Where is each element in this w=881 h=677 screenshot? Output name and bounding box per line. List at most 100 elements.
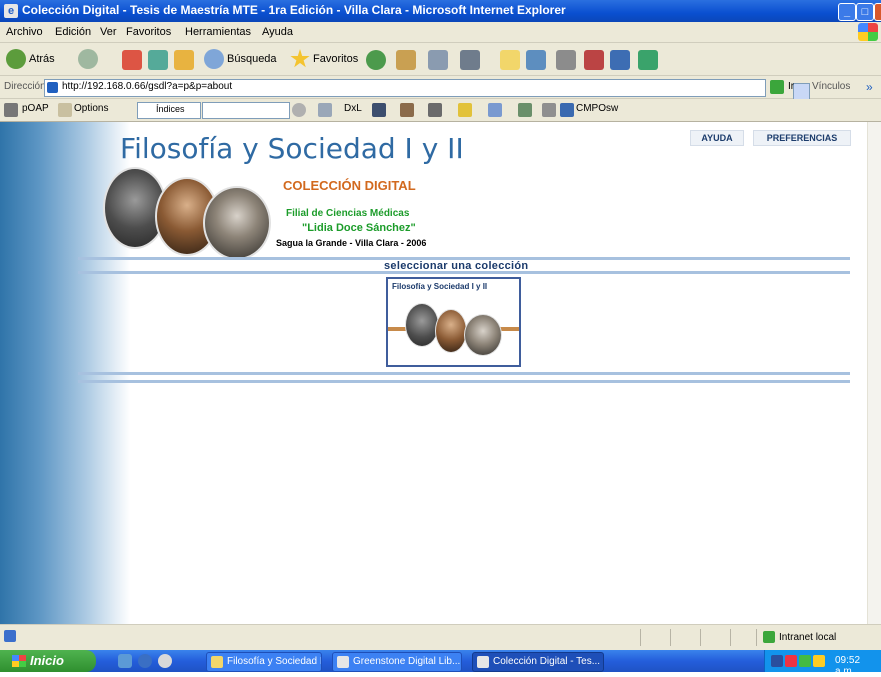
collection-title: Filosofía y Sociedad I y II — [392, 282, 488, 291]
page-done-icon — [4, 630, 16, 642]
menu-bar: Archivo Edición Ver Favoritos Herramient… — [0, 22, 881, 43]
forward-button[interactable] — [78, 49, 98, 69]
address-bar: Dirección http://192.168.0.66/gsdl?a=p&p… — [0, 76, 881, 101]
window-title-bar[interactable]: e Colección Digital - Tesis de Maestría … — [0, 0, 881, 22]
mail-icon[interactable] — [396, 50, 416, 70]
forward-arrow-icon — [78, 49, 98, 69]
address-label: Dirección — [4, 81, 46, 92]
window-title: Colección Digital - Tesis de Maestría MT… — [22, 3, 566, 17]
go-arrow-icon[interactable] — [770, 80, 784, 94]
zoom-icon[interactable] — [488, 103, 502, 117]
search-icon — [204, 49, 224, 69]
find-icon[interactable] — [292, 103, 306, 117]
back-label: Atrás — [29, 53, 55, 65]
preferences-link[interactable]: PREFERENCIAS — [753, 130, 851, 146]
taskbar-item[interactable]: Filosofía y Sociedad I... — [206, 652, 322, 672]
help-link[interactable]: AYUDA — [690, 130, 744, 146]
standard-toolbar: Atrás Búsqueda Favoritos — [0, 43, 881, 76]
taskbar-item-label: Colección Digital - Tes... — [493, 656, 601, 667]
cmp-button[interactable]: CMPOsw — [576, 103, 618, 114]
collection-portrait-2 — [435, 309, 467, 353]
options-button[interactable]: Options — [74, 103, 108, 114]
menu-archivo[interactable]: Archivo — [6, 26, 43, 38]
filial-name: Filial de Ciencias Médicas — [286, 208, 410, 219]
status-bar: Intranet local — [0, 624, 881, 651]
favorites-label: Favoritos — [313, 53, 359, 65]
volume-icon[interactable] — [813, 655, 825, 667]
address-url: http://192.168.0.66/gsdl?a=p&p=about — [62, 81, 233, 92]
links-label[interactable]: Vínculos — [812, 81, 850, 92]
plugin-search-input[interactable] — [202, 102, 290, 119]
quicklaunch-ie-icon[interactable] — [138, 654, 152, 668]
windows-logo-icon — [858, 23, 878, 41]
taskbar-item[interactable]: Greenstone Digital Lib... — [332, 652, 462, 672]
search-label: Búsqueda — [227, 53, 277, 65]
stop-plugin-icon[interactable] — [372, 103, 386, 117]
refresh-icon[interactable] — [148, 50, 168, 70]
maximize-button[interactable]: □ — [856, 3, 874, 21]
back-arrow-icon — [6, 49, 26, 69]
links-chevron-icon[interactable]: » — [866, 80, 878, 94]
page-title: Filosofía y Sociedad I y II — [120, 132, 464, 165]
tools-icon[interactable] — [518, 103, 532, 117]
menu-herramientas[interactable]: Herramientas — [185, 26, 251, 38]
collection-link[interactable]: Filosofía y Sociedad I y II — [386, 277, 521, 367]
favorites-star-icon — [290, 49, 310, 68]
start-button[interactable]: Inicio — [0, 650, 96, 672]
quicklaunch-media-icon[interactable] — [158, 654, 172, 668]
index-select[interactable]: Índices — [137, 102, 201, 119]
menu-edicion[interactable]: Edición — [55, 26, 91, 38]
format-icon[interactable] — [400, 103, 414, 117]
clock: 09:52 a.m. — [835, 655, 861, 677]
location-line: Sagua la Grande - Villa Clara - 2006 — [276, 238, 427, 248]
stop-icon[interactable] — [122, 50, 142, 70]
zone-label: Intranet local — [779, 632, 837, 643]
research-icon[interactable] — [610, 50, 630, 70]
start-label: Inicio — [30, 653, 64, 668]
cmp-icon — [560, 103, 574, 117]
shield-icon[interactable] — [584, 50, 604, 70]
home-icon[interactable] — [174, 50, 194, 70]
menu-ver[interactable]: Ver — [100, 26, 117, 38]
divider-bottom-2 — [78, 380, 850, 383]
windows-flag-icon — [12, 655, 26, 667]
taskbar-item-label: Filosofía y Sociedad I... — [227, 656, 322, 667]
address-input[interactable]: http://192.168.0.66/gsdl?a=p&p=about — [44, 79, 810, 101]
favorites-button[interactable]: Favoritos — [290, 49, 358, 69]
update-icon[interactable] — [799, 655, 811, 667]
network-icon[interactable] — [771, 655, 783, 667]
menu-favoritos[interactable]: Favoritos — [126, 26, 171, 38]
options-icon — [58, 103, 72, 117]
folder-icon[interactable] — [500, 50, 520, 70]
go-button[interactable]: Ir — [788, 81, 794, 92]
intranet-zone-icon — [763, 631, 775, 643]
index-select-value: Índices — [156, 104, 185, 114]
menu-ayuda[interactable]: Ayuda — [262, 26, 293, 38]
settings-icon[interactable] — [428, 103, 442, 117]
print-icon[interactable] — [428, 50, 448, 70]
back-button[interactable]: Atrás — [6, 49, 55, 69]
page-nav-icon[interactable] — [318, 103, 332, 117]
messenger-icon[interactable] — [526, 50, 546, 70]
taskbar: Inicio Filosofía y Sociedad I... Greenst… — [0, 650, 881, 677]
highlight-icon[interactable] — [458, 103, 472, 117]
page-content: AYUDA PREFERENCIAS Filosofía y Sociedad … — [0, 122, 867, 624]
minimize-button[interactable]: _ — [838, 3, 856, 21]
search-button[interactable]: Búsqueda — [204, 49, 277, 69]
quicklaunch-desktop-icon[interactable] — [118, 654, 132, 668]
edit-icon[interactable] — [460, 50, 480, 70]
folder-icon — [211, 656, 223, 668]
pen-icon[interactable] — [556, 50, 576, 70]
collection-subtitle: COLECCIÓN DIGITAL — [283, 178, 416, 193]
print-plugin-icon[interactable] — [542, 103, 556, 117]
ie-icon: e — [4, 4, 18, 18]
dxl-button[interactable]: DxL — [344, 103, 362, 114]
antivirus-icon[interactable] — [785, 655, 797, 667]
history-icon[interactable] — [366, 50, 386, 70]
status-separator — [756, 629, 757, 646]
pdf-button[interactable]: pOAP — [22, 103, 49, 114]
close-button[interactable] — [874, 3, 881, 21]
taskbar-item-active[interactable]: Colección Digital - Tes... — [472, 652, 604, 672]
vertical-scrollbar[interactable] — [867, 122, 881, 624]
translate-icon[interactable] — [638, 50, 658, 70]
